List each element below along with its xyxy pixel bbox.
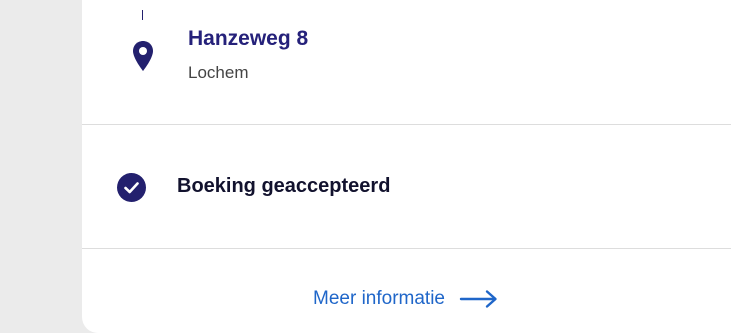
divider [82, 248, 731, 249]
check-circle-icon [117, 173, 146, 202]
arrow-right-icon [459, 290, 497, 308]
map-pin-icon [133, 41, 153, 71]
page-root: Hanzeweg 8 Lochem Boeking geaccepteerd M… [0, 0, 731, 333]
more-info-label: Meer informatie [313, 288, 445, 309]
location-street: Hanzeweg 8 [188, 27, 309, 50]
location-city: Lochem [188, 63, 249, 82]
booking-card: Hanzeweg 8 Lochem Boeking geaccepteerd M… [82, 0, 731, 333]
location-row: Hanzeweg 8 Lochem [82, 0, 731, 124]
more-info-link[interactable]: Meer informatie [313, 285, 499, 313]
booking-status-row: Boeking geaccepteerd [82, 125, 731, 248]
booking-status-label: Boeking geaccepteerd [177, 175, 391, 197]
